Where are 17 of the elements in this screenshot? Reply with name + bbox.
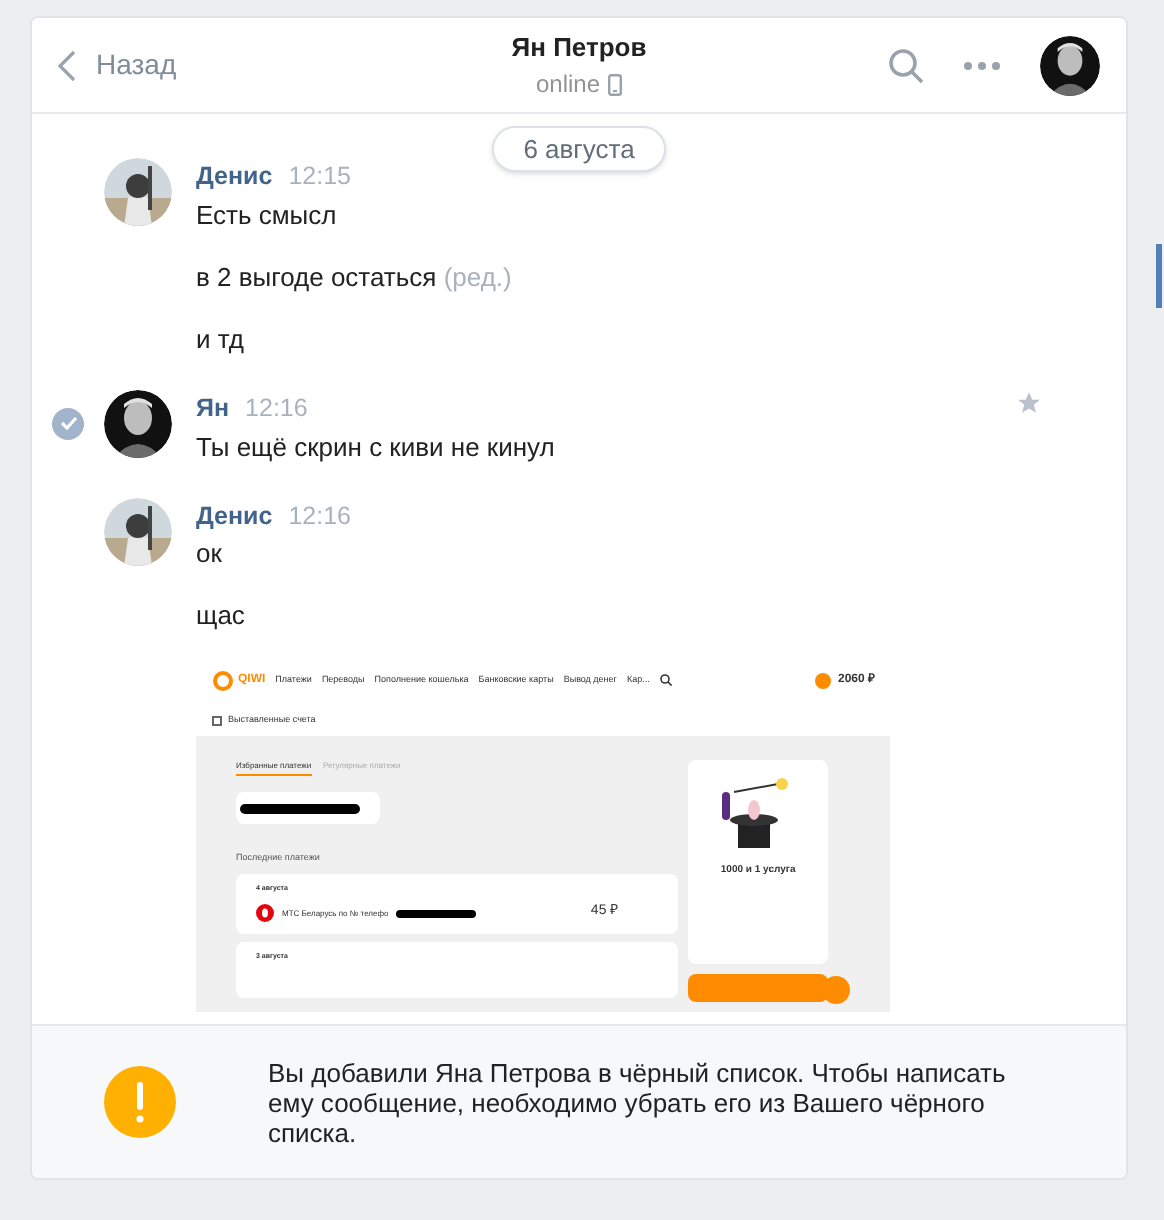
notice-text: Вы добавили Яна Петрова в чёрный список. Чтобы написать ему сообщение, необходимо убрать его из Вашего чёрного списка. — [268, 1057, 1008, 1147]
edited-label: (ред.) — [443, 261, 512, 292]
message-text: в 2 выгоде остаться — [196, 261, 437, 292]
author-name[interactable]: Денис — [196, 158, 273, 196]
message-text: ок — [196, 538, 222, 569]
contact-name: Ян Петров — [511, 29, 647, 66]
message-text: щас — [196, 600, 245, 631]
message-text: Есть смысл — [196, 199, 337, 230]
message-text: и тд — [196, 323, 244, 354]
date-pill: 6 августа — [491, 126, 667, 172]
message-time: 12:16 — [288, 499, 351, 533]
message-time: 12:15 — [288, 160, 351, 194]
author-name[interactable]: Денис — [196, 497, 273, 535]
online-status: online — [535, 68, 601, 103]
message-time: 12:16 — [245, 391, 308, 426]
message-text: Ты ещё скрин с киви не кинул — [196, 431, 555, 461]
author-name[interactable]: Ян — [196, 389, 230, 427]
